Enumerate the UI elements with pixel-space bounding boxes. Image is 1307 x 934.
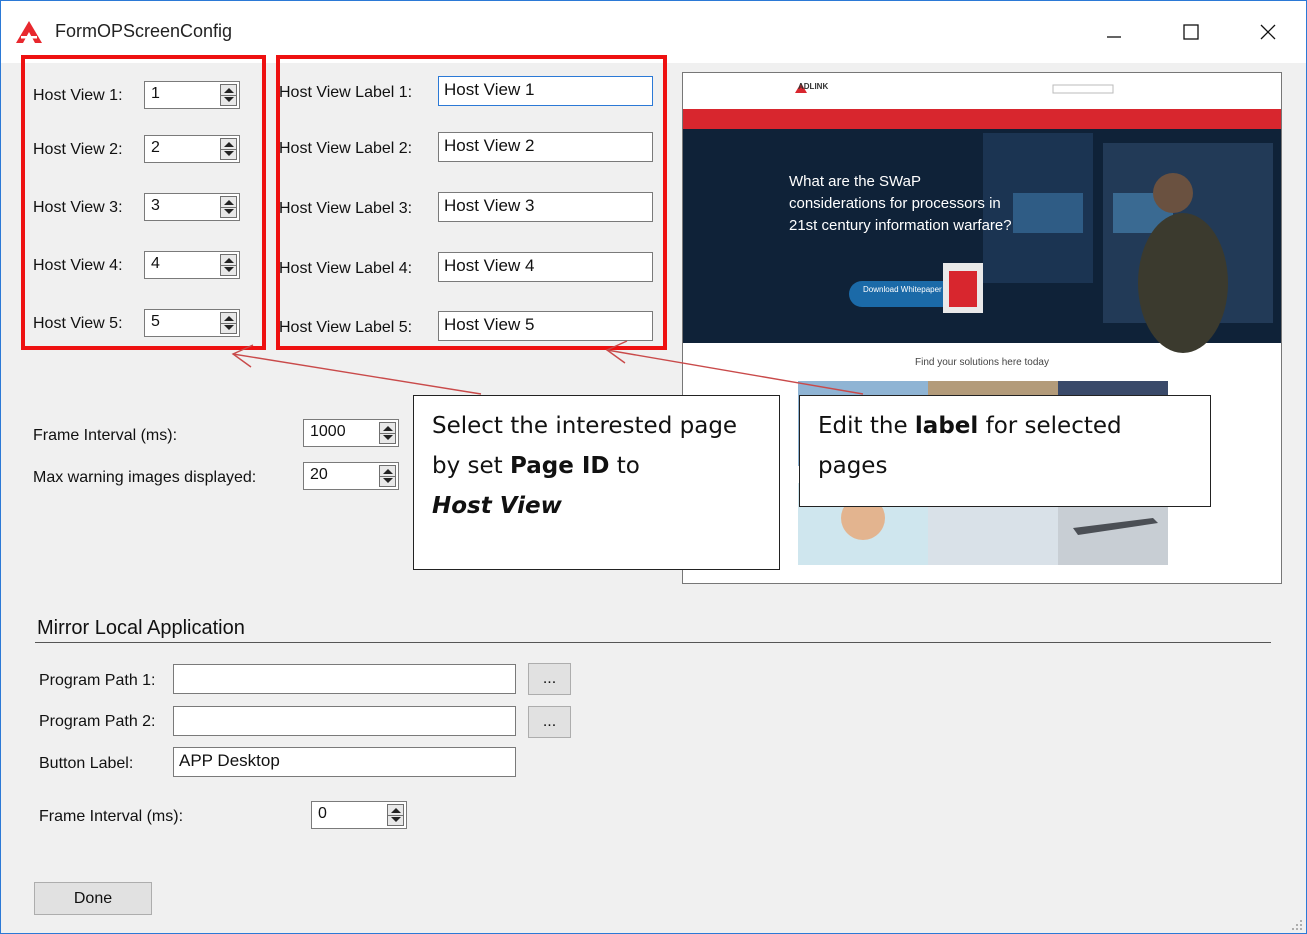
done-button[interactable]: Done: [34, 882, 152, 915]
spin-arrows-icon[interactable]: [387, 804, 404, 826]
host-view-callout: Select the interested page by set Page I…: [413, 395, 780, 570]
mirror-frame-interval-spinner[interactable]: 0: [311, 801, 407, 829]
program-path-2-input[interactable]: [173, 706, 516, 736]
resize-grip-icon[interactable]: [1291, 919, 1303, 931]
callout-bold-text: Page ID: [509, 453, 610, 479]
program-path-2-label: Program Path 2:: [39, 713, 156, 730]
section-divider: [35, 642, 1271, 643]
mirror-frame-interval-value[interactable]: 0: [318, 805, 327, 823]
button-label-caption: Button Label:: [39, 755, 134, 772]
callout-text: Edit the: [818, 413, 915, 439]
callout-bold-text: label: [914, 413, 979, 439]
config-window: FormOPScreenConfig Host View 1: 1 Host V…: [0, 0, 1307, 934]
mirror-frame-interval-label: Frame Interval (ms):: [39, 808, 184, 825]
browse-path-2-button[interactable]: ...: [528, 706, 571, 738]
program-path-1-label: Program Path 1:: [39, 672, 156, 689]
browse-path-1-button[interactable]: ...: [528, 663, 571, 695]
callout-bold-italic-text: Host View: [432, 493, 562, 519]
label-callout: Edit the label for selected pages: [799, 395, 1211, 507]
button-label-input[interactable]: APP Desktop: [173, 747, 516, 777]
program-path-1-input[interactable]: [173, 664, 516, 694]
mirror-section-title: Mirror Local Application: [37, 617, 245, 639]
callout-text: to: [609, 453, 640, 479]
